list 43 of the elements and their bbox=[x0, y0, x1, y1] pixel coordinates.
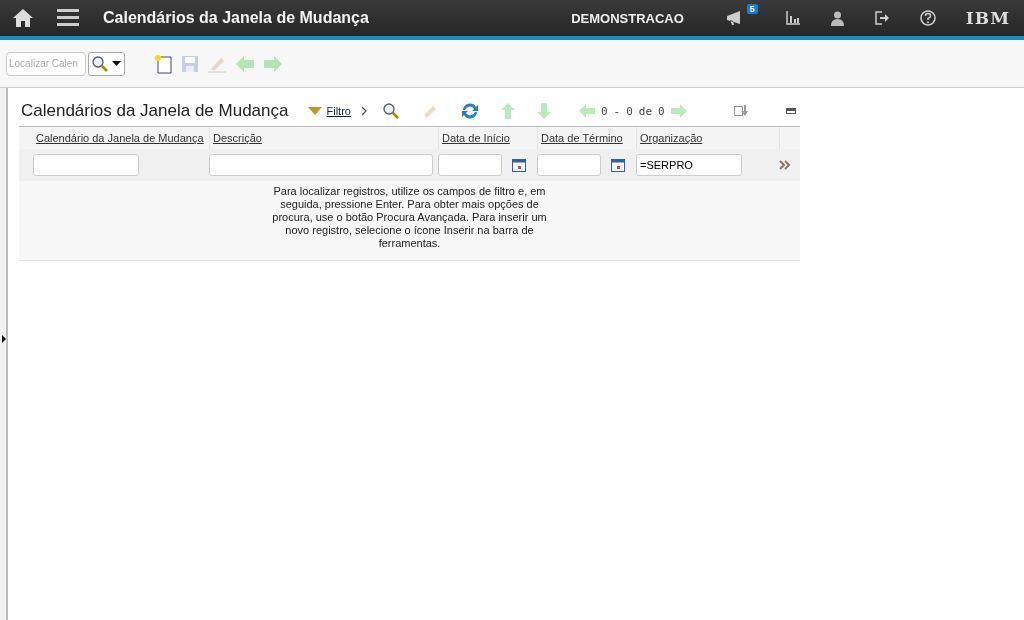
page-start: 0 bbox=[600, 104, 608, 118]
page-total: 0 bbox=[658, 104, 665, 118]
search-icon bbox=[92, 55, 108, 72]
download-icon[interactable] bbox=[734, 105, 748, 117]
company-logo: IBM bbox=[965, 8, 1010, 28]
filter-field[interactable] bbox=[209, 154, 433, 176]
filter-field[interactable]: =SERPRO bbox=[636, 154, 742, 176]
menu-icon[interactable] bbox=[57, 9, 79, 27]
chevron-icon[interactable] bbox=[360, 106, 367, 116]
logout-icon[interactable] bbox=[874, 11, 890, 25]
new-record-icon[interactable] bbox=[153, 53, 173, 74]
home-icon[interactable] bbox=[13, 9, 33, 27]
page-of-label: de bbox=[638, 104, 653, 118]
filter-field[interactable] bbox=[33, 154, 139, 176]
user-name: DEMONSTRACAO bbox=[571, 10, 684, 26]
column-header[interactable]: Calendário da Janela de Mudança bbox=[36, 132, 204, 144]
calendar-icon[interactable] bbox=[512, 158, 526, 172]
caret-icon bbox=[112, 61, 121, 66]
search-icon[interactable] bbox=[382, 103, 399, 119]
empty-table-message: Para localizar registros, utilize os campos de filtro e, em seguida, pressione Enter. Para obter mais opções de procura, use o botão Procura Avançada. Para inserir um novo registro, selecione o ícone Inserir na barra de ferramentas. bbox=[271, 185, 548, 250]
page-end: 0 bbox=[626, 104, 633, 118]
page-title: Calendários da Janela de Mudança bbox=[103, 9, 369, 27]
minimize-icon[interactable] bbox=[786, 108, 796, 114]
page-separator: - bbox=[613, 104, 621, 118]
double-chevron-icon[interactable] bbox=[779, 160, 791, 170]
refresh-icon[interactable] bbox=[460, 102, 479, 120]
filter-field[interactable] bbox=[438, 154, 502, 176]
filter-field[interactable] bbox=[537, 154, 601, 176]
calendar-icon[interactable] bbox=[611, 158, 625, 172]
column-header[interactable]: Data de Término bbox=[541, 132, 623, 144]
chart-icon[interactable] bbox=[785, 11, 800, 25]
help-icon[interactable] bbox=[919, 10, 936, 26]
search-field[interactable]: Localizar Calen bbox=[6, 51, 86, 76]
funnel-icon[interactable] bbox=[308, 107, 323, 115]
filter-link[interactable]: Filtro bbox=[326, 105, 351, 117]
column-header[interactable]: Organização bbox=[640, 132, 703, 144]
user-icon[interactable] bbox=[829, 10, 845, 26]
notification-count: 5 bbox=[746, 4, 758, 14]
column-header[interactable]: Data de Início bbox=[442, 132, 510, 144]
column-header[interactable]: Descrição bbox=[213, 132, 262, 144]
search-menu-button[interactable] bbox=[88, 51, 125, 76]
table-title: Calendários da Janela de Mudança bbox=[21, 101, 289, 121]
side-panel-handle[interactable] bbox=[0, 88, 8, 620]
